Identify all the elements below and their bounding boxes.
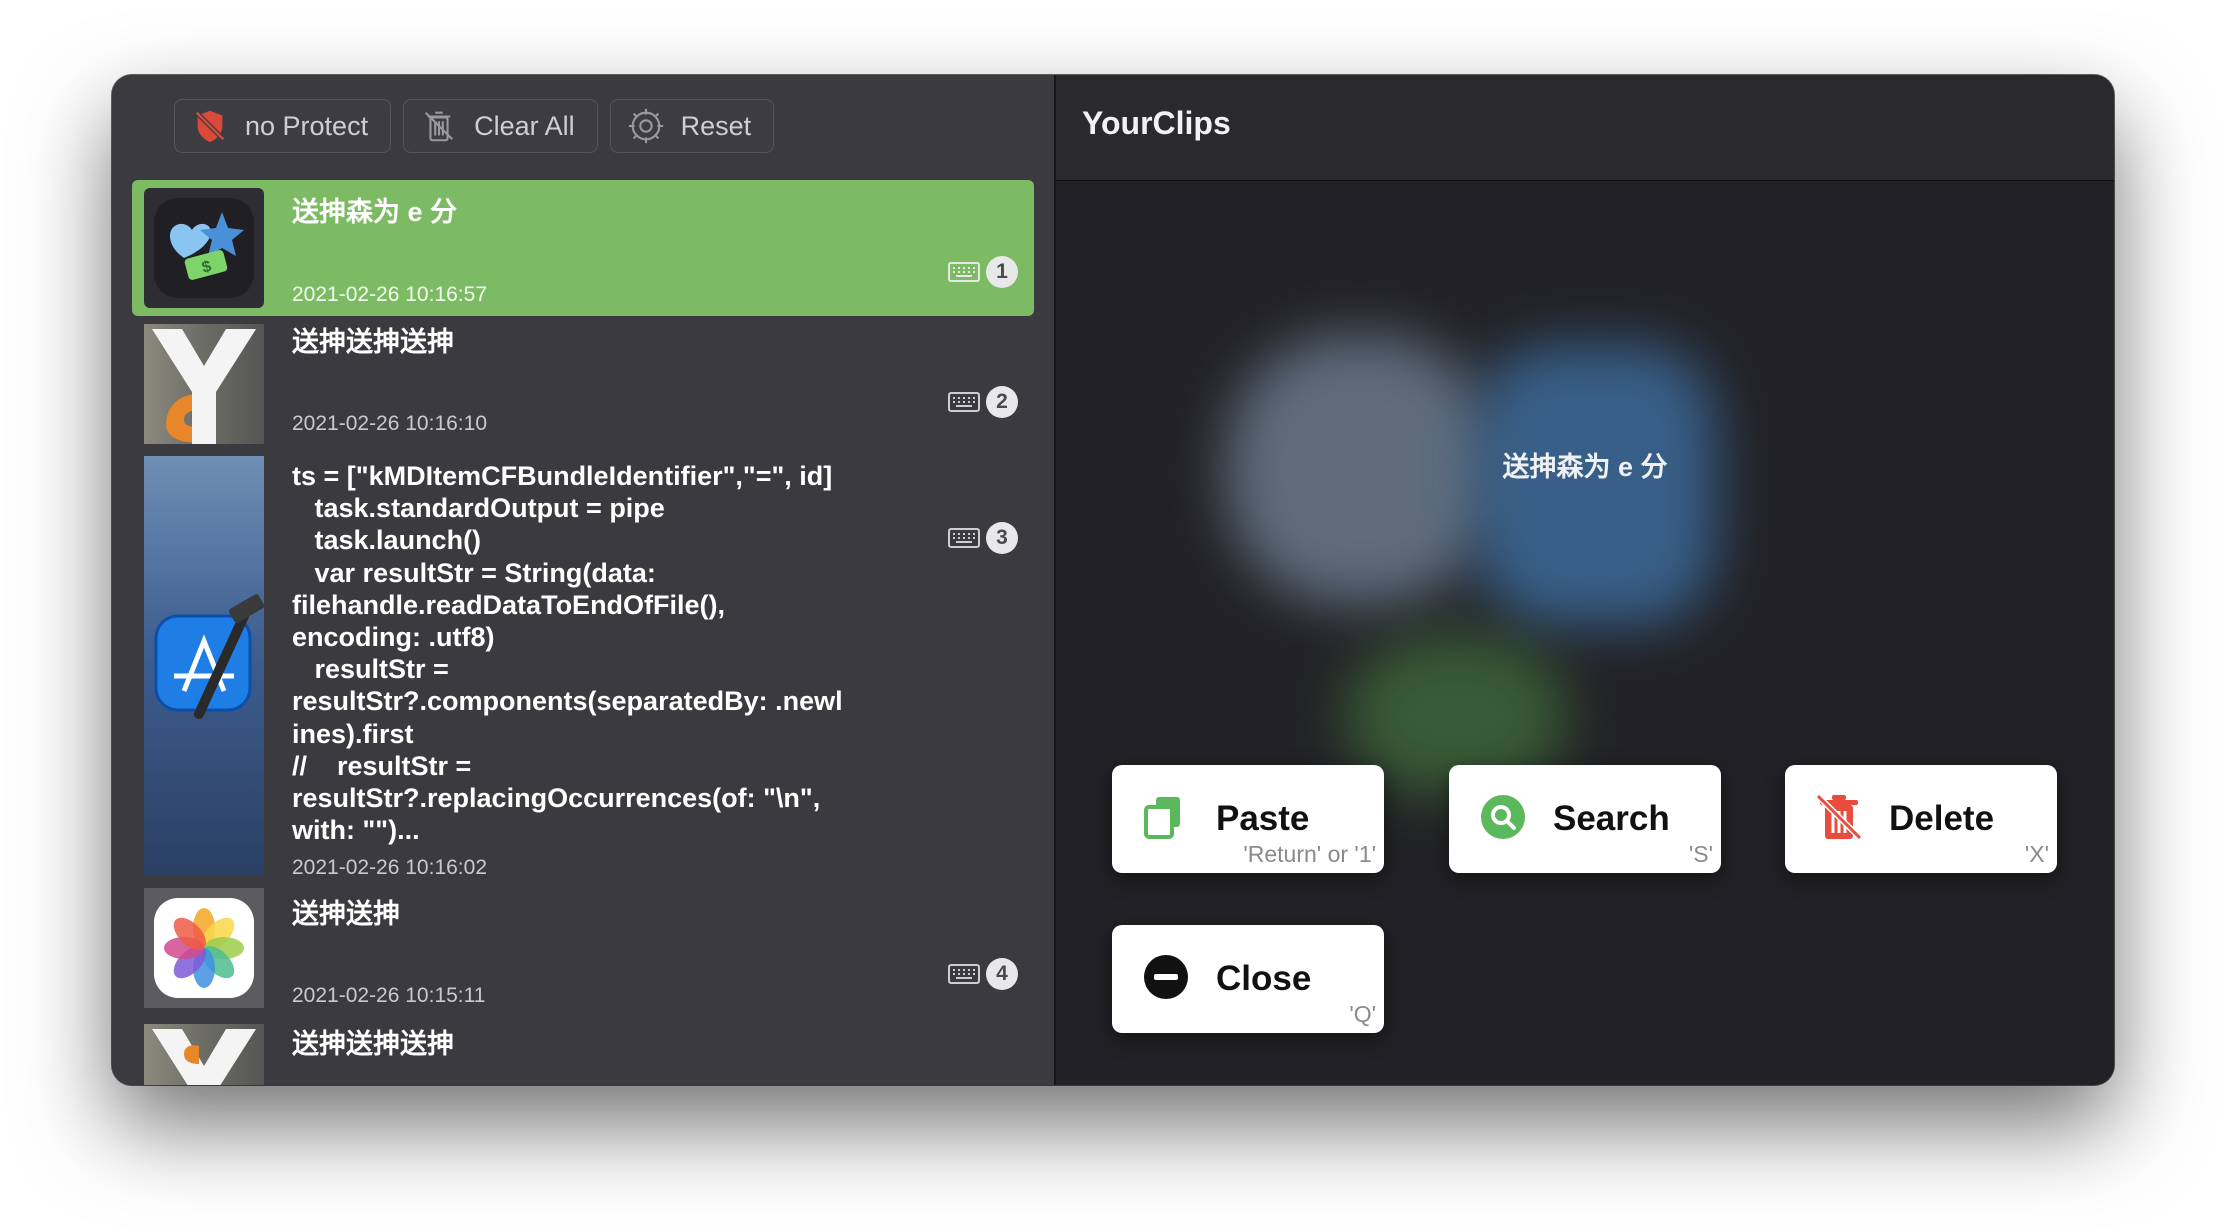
shortcut-number: 1	[986, 256, 1018, 288]
clip-shortcut-badge: 4	[948, 958, 1018, 990]
clip-date: 2021-02-26 10:16:57	[292, 283, 487, 306]
delete-trash-icon	[1815, 793, 1863, 841]
paste-shortcut-hint: 'Return' or '1'	[1243, 841, 1376, 867]
keyboard-icon	[948, 528, 980, 548]
keyboard-icon	[948, 392, 980, 412]
yourclips-icon	[144, 1024, 264, 1085]
keyboard-icon	[948, 262, 980, 282]
clip-date: 2021-02-26 10:16:10	[292, 412, 487, 435]
search-icon	[1481, 795, 1525, 839]
app-name: YourClips	[1082, 105, 1231, 141]
xcode-icon	[144, 456, 264, 876]
delete-button[interactable]: Delete 'X'	[1785, 765, 2057, 873]
detail-pane: YourClips 送抻森为 e 分 Paste 'Return' or '1'…	[1056, 75, 2114, 1085]
reset-gear-icon	[628, 108, 663, 144]
clear-all-label: Clear All	[474, 110, 575, 141]
clip-item-4[interactable]: 送抻送抻 2021-02-26 10:15:11 4	[132, 888, 1034, 1024]
delete-shortcut-hint: 'X'	[2024, 841, 2049, 867]
keyboard-icon	[948, 964, 980, 984]
shortcut-number: 2	[986, 386, 1018, 418]
search-label: Search	[1553, 799, 1670, 838]
no-protect-button[interactable]: no Protect	[174, 99, 392, 153]
clip-date: 2021-02-26 10:15:11	[292, 984, 486, 1007]
clip-title: 送抻送抻送抻	[292, 1029, 454, 1059]
clip-list-pane: no Protect Clear All Reset $ 送抻森为 e 分 20…	[112, 75, 1054, 1085]
clip-item-5[interactable]: 送抻送抻送抻	[132, 1024, 1034, 1085]
close-label: Close	[1216, 959, 1312, 998]
clip-title: 送抻森为 e 分	[292, 197, 458, 227]
yourclips-icon	[144, 324, 264, 444]
clear-all-button[interactable]: Clear All	[403, 99, 598, 153]
paste-button[interactable]: Paste 'Return' or '1'	[1112, 765, 1384, 873]
reset-label: Reset	[680, 110, 752, 141]
clip-preview-text: 送抻森为 e 分	[1502, 452, 1668, 482]
clip-title: 送抻送抻送抻	[292, 327, 454, 357]
clip-shortcut-badge: 1	[948, 256, 1018, 288]
clip-item-3[interactable]: ts = ["kMDItemCFBundleIdentifier","=", i…	[132, 452, 1034, 888]
app-store-stickers-icon: $	[144, 188, 264, 308]
clip-title: ts = ["kMDItemCFBundleIdentifier","=", i…	[292, 461, 843, 846]
detail-header: YourClips	[1056, 75, 2114, 181]
shortcut-number: 4	[986, 958, 1018, 990]
clip-list: $ 送抻森为 e 分 2021-02-26 10:16:57 1 送抻送抻送抻 …	[132, 180, 1034, 1085]
search-button[interactable]: Search 'S'	[1449, 765, 1721, 873]
trash-icon	[425, 111, 454, 142]
paste-label: Paste	[1216, 799, 1310, 838]
close-minus-icon	[1144, 955, 1188, 999]
no-protect-icon	[195, 110, 225, 143]
clip-item-2[interactable]: 送抻送抻送抻 2021-02-26 10:16:10 2	[132, 316, 1034, 452]
shortcut-number: 3	[986, 522, 1018, 554]
clip-date: 2021-02-26 10:16:02	[292, 856, 487, 879]
close-shortcut-hint: 'Q'	[1349, 1001, 1376, 1027]
toolbar: no Protect Clear All Reset	[174, 99, 775, 155]
search-shortcut-hint: 'S'	[1688, 841, 1713, 867]
clip-shortcut-badge: 2	[948, 386, 1018, 418]
delete-label: Delete	[1889, 799, 1995, 838]
paste-icon	[1144, 797, 1180, 839]
clip-shortcut-badge: 3	[948, 522, 1018, 554]
close-button[interactable]: Close 'Q'	[1112, 925, 1384, 1033]
yourclips-window: no Protect Clear All Reset $ 送抻森为 e 分 20…	[112, 75, 2114, 1085]
clip-title: 送抻送抻	[292, 899, 400, 929]
photos-icon	[144, 888, 264, 1008]
reset-button[interactable]: Reset	[609, 99, 775, 153]
no-protect-label: no Protect	[245, 110, 369, 141]
clip-item-1[interactable]: $ 送抻森为 e 分 2021-02-26 10:16:57 1	[132, 180, 1034, 316]
